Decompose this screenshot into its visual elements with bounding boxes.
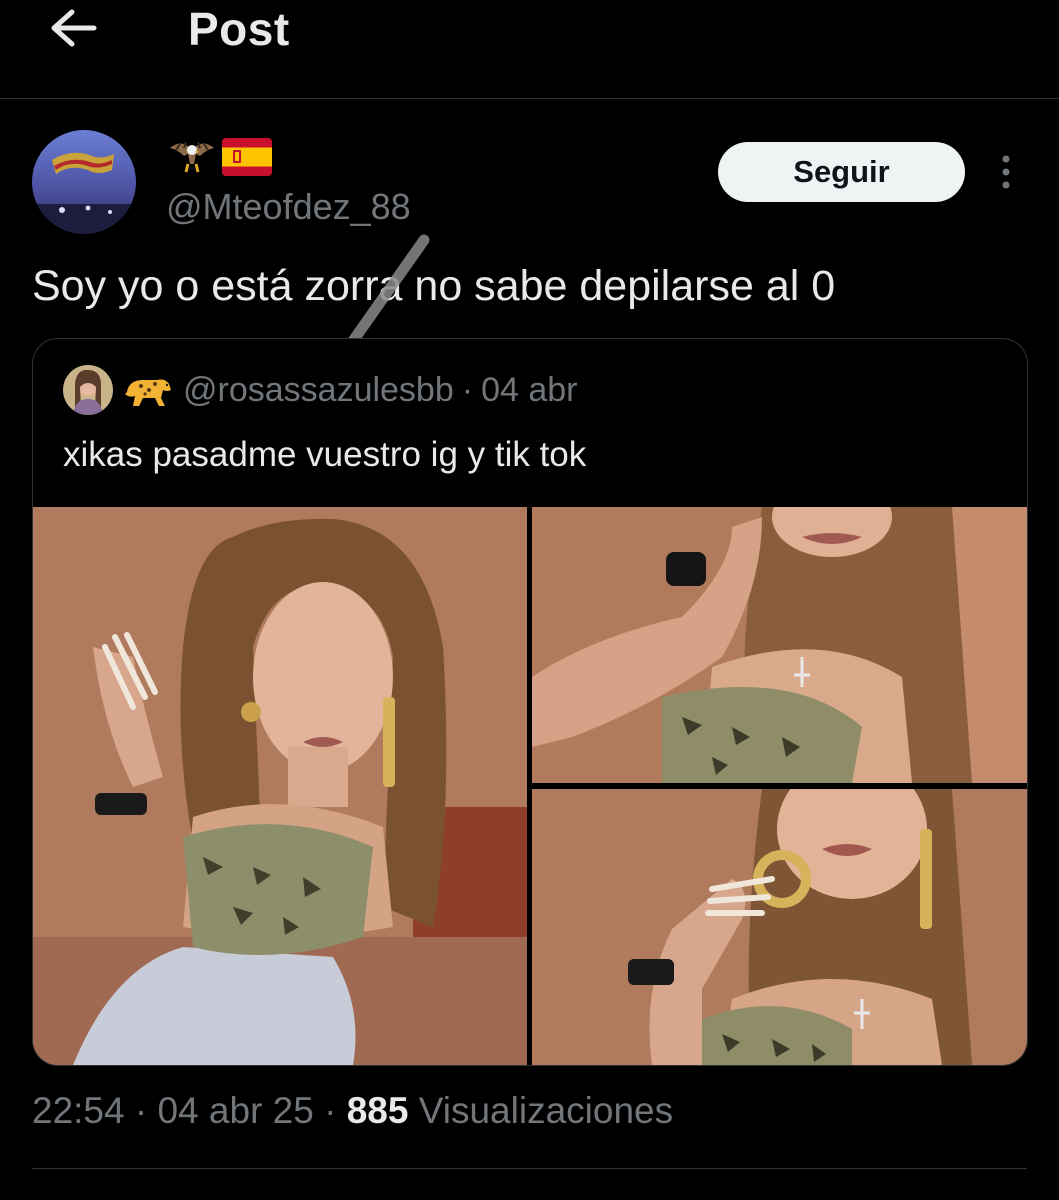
post-text: Soy yo o está zorra no sabe depilarse al… [32,262,836,310]
author-avatar[interactable] [32,130,136,234]
post-time: 22:54 [32,1090,125,1131]
back-arrow-icon[interactable] [48,4,100,52]
divider [32,1168,1027,1169]
post-date: 04 abr 25 [157,1090,314,1131]
post-meta: 22:54 · 04 abr 25 · 885 Visualizaciones [32,1090,673,1132]
quoted-author-handle: @rosassazulesbb [183,370,454,409]
views-label[interactable]: Visualizaciones [419,1090,673,1131]
separator-dot: · [461,370,474,409]
quoted-post[interactable]: @rosassazulesbb · 04 abr xikas pasadme v… [32,338,1028,1066]
page-title: Post [188,3,290,55]
quoted-photo-2[interactable] [532,507,1027,783]
author-handle[interactable]: @Mteofdez_88 [166,186,411,228]
leopard-icon [125,379,171,406]
more-options-icon[interactable] [994,150,1018,198]
eagle-icon [170,141,214,173]
top-bar: Post [0,0,1059,99]
spain-flag-icon [222,138,272,176]
quoted-post-date: 04 abr [481,370,578,409]
quoted-author-avatar [63,365,113,415]
separator-dot: · [134,1090,148,1131]
follow-button[interactable]: Seguir [718,142,965,202]
quoted-post-header: @rosassazulesbb · 04 abr [63,361,578,419]
separator-dot: · [324,1090,337,1131]
views-count[interactable]: 885 [347,1090,409,1131]
quoted-photo-3[interactable] [532,789,1027,1065]
quoted-post-text: xikas pasadme vuestro ig y tik tok [63,435,587,474]
author-display-name[interactable] [166,134,272,180]
quoted-photo-1[interactable] [33,507,527,1065]
